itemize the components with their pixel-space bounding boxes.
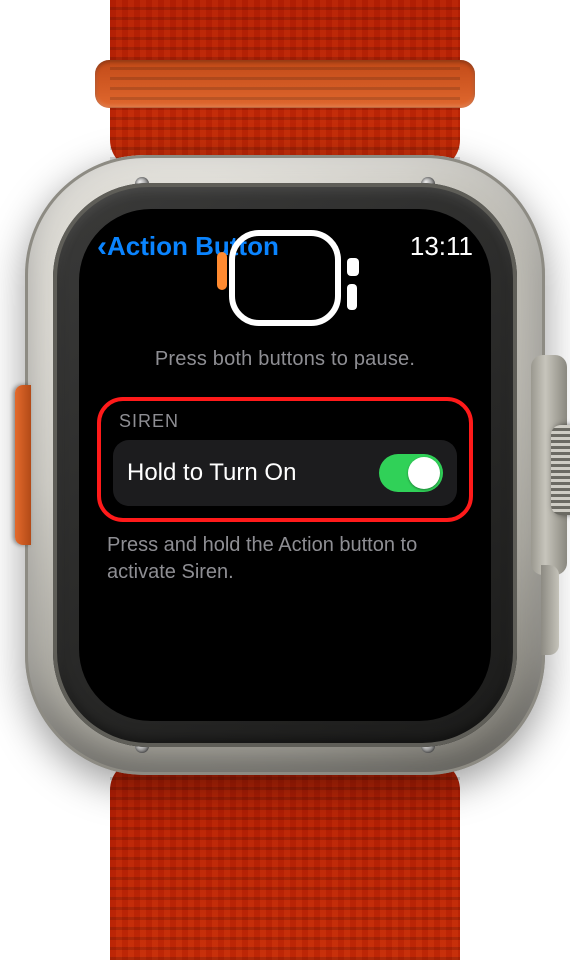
hold-to-turn-on-label: Hold to Turn On <box>127 459 296 487</box>
physical-action-button <box>15 385 31 545</box>
illustration-crown-icon <box>347 258 359 276</box>
pause-hint-text: Press both buttons to pause. <box>97 348 473 371</box>
back-chevron-icon[interactable]: ‹ <box>97 232 107 262</box>
watch-case: ‹ Action Button 13:11 Press both buttons… <box>25 155 545 775</box>
band-loop <box>95 60 475 108</box>
watch-screen: ‹ Action Button 13:11 Press both buttons… <box>79 209 491 721</box>
digital-crown <box>551 425 570 515</box>
illustration-action-button-icon <box>217 252 227 290</box>
illustration-side-button-icon <box>347 284 357 310</box>
siren-section-highlight: SIREN Hold to Turn On <box>97 397 473 522</box>
hold-to-turn-on-toggle[interactable] <box>379 454 443 492</box>
toggle-knob <box>408 457 440 489</box>
siren-section-header: SIREN <box>113 411 457 440</box>
physical-side-button <box>541 565 559 655</box>
hold-to-turn-on-row[interactable]: Hold to Turn On <box>113 440 457 506</box>
watch-band-bottom <box>110 760 460 960</box>
siren-footer-text: Press and hold the Action but­ton to act… <box>97 532 473 586</box>
watch-illustration <box>205 268 365 338</box>
clock-time: 13:11 <box>410 231 473 262</box>
watch-band-top <box>110 0 460 170</box>
